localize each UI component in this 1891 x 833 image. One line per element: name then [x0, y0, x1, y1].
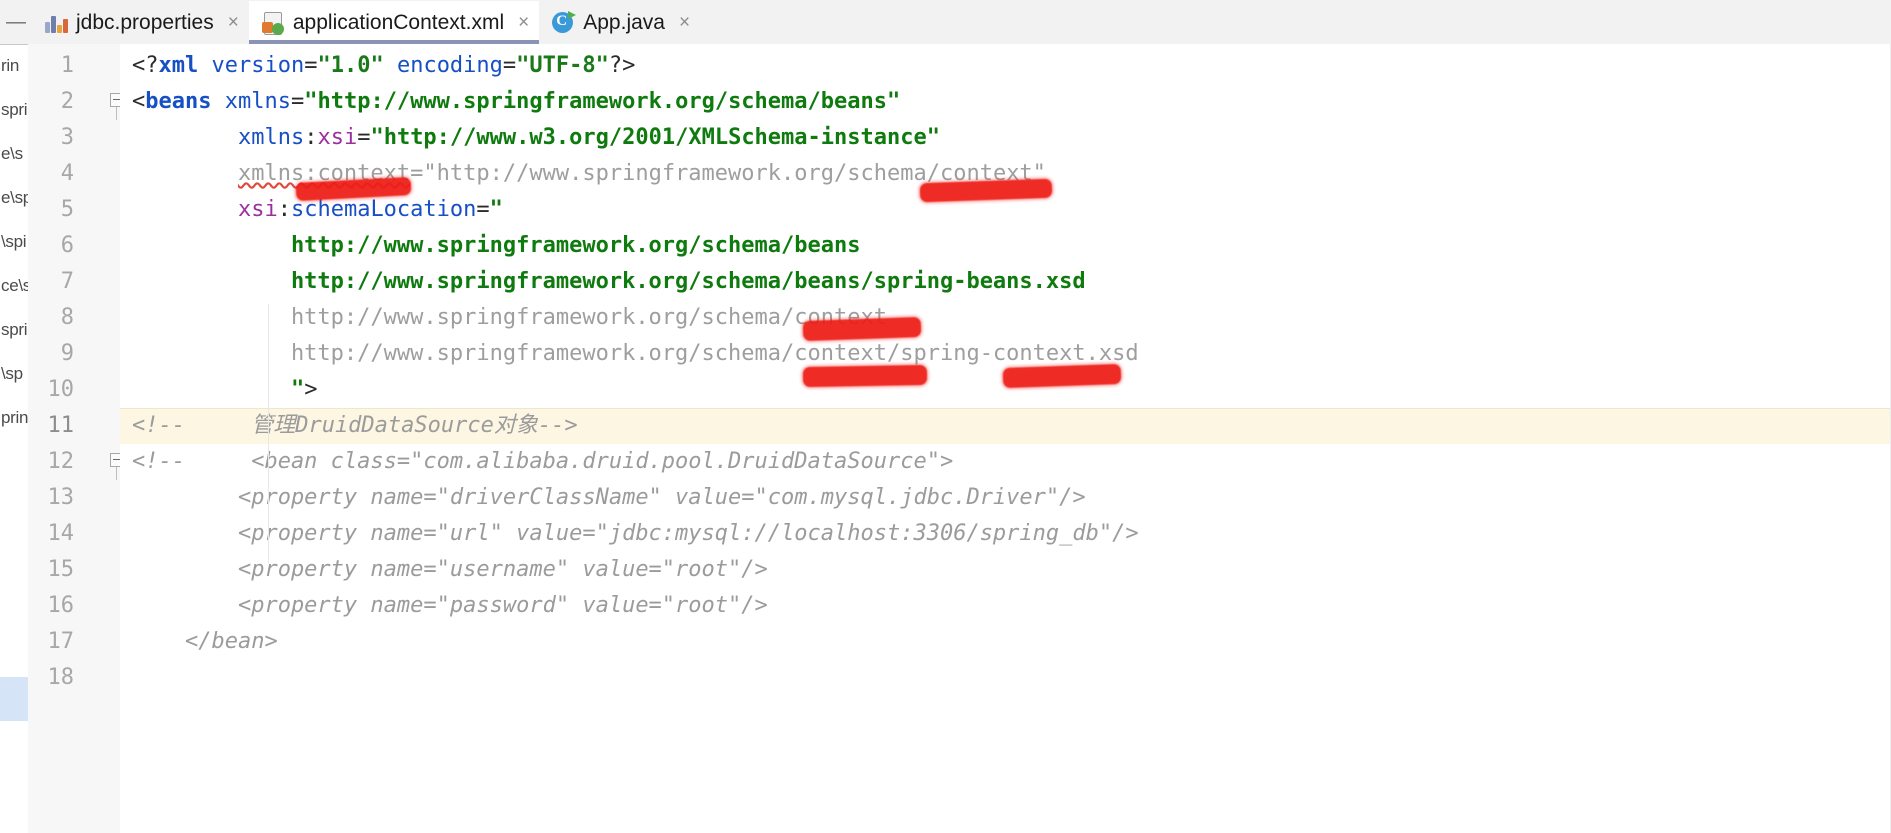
code-token: <property name="password" value="root"/> — [132, 593, 768, 618]
code-token: = — [290, 89, 305, 114]
code-token: " — [489, 197, 503, 222]
code-token: xmlns — [224, 89, 291, 114]
code-token: xml — [158, 53, 199, 78]
line-number[interactable]: 17 — [14, 624, 75, 660]
line-number[interactable]: 14 — [14, 516, 75, 552]
code-line[interactable]: <property name="password" value="root"/> — [120, 588, 1891, 624]
editor-tab-app-java[interactable]: C App.java × — [539, 1, 700, 44]
code-line[interactable]: xmlns:xsi="http://www.w3.org/2001/XMLSch… — [120, 120, 1891, 156]
code-line[interactable]: <?xml version="1.0" encoding="UTF-8"?> — [120, 48, 1891, 84]
code-line[interactable]: http://www.springframework.org/schema/co… — [120, 336, 1891, 372]
line-number-gutter[interactable]: 1 2 3 4 5 6 7 8 9 10 11 12 13 14 15 16 17 18 — [28, 44, 124, 833]
code-token: = — [304, 53, 318, 78]
ide-editor-window: rin spri e\s e\sp \spi ce\s spri \sp prin — jdbc… — [0, 0, 1891, 833]
code-token: = — [476, 197, 490, 222]
code-line[interactable]: <property name="url" value="jdbc:mysql:/… — [120, 516, 1891, 552]
code-token: " — [132, 377, 305, 402]
line-number[interactable]: 18 — [14, 660, 75, 696]
editor-tab-bar: — jdbc.properties × applicationContext.xml… — [0, 0, 1891, 45]
code-token: <property name="username" value="root"/> — [132, 557, 768, 582]
line-number[interactable]: 8 — [14, 300, 74, 336]
code-line[interactable]: <!-- <bean class="com.alibaba.druid.pool… — [120, 444, 1891, 480]
code-line[interactable]: <property name="username" value="root"/> — [120, 552, 1891, 588]
line-number[interactable]: 3 — [14, 120, 74, 156]
tab-label: applicationContext.xml — [292, 10, 505, 34]
tab-label: App.java — [583, 10, 665, 34]
code-token: beans — [145, 89, 212, 114]
code-token: : — [304, 125, 318, 150]
red-mark-4 — [802, 364, 928, 388]
code-line[interactable]: http://www.springframework.org/schema/co… — [120, 300, 1891, 336]
line-number[interactable]: 5 — [14, 192, 74, 228]
line-number[interactable]: 10 — [14, 372, 75, 408]
code-line[interactable] — [120, 660, 1891, 696]
code-token: <property name="url" value="jdbc:mysql:/… — [132, 521, 1139, 546]
line-number[interactable]: 11 — [14, 408, 75, 444]
close-icon[interactable]: × — [228, 13, 239, 32]
code-line[interactable]: http://www.springframework.org/schema/be… — [120, 228, 1891, 264]
code-token: <? — [132, 53, 159, 78]
code-token: : — [277, 197, 291, 222]
code-token: <!-- 管理DruidDataSource对象--> — [132, 413, 578, 438]
properties-file-icon — [44, 11, 68, 35]
xml-file-icon — [261, 11, 285, 35]
line-number[interactable]: 9 — [14, 336, 74, 372]
code-line[interactable]: <property name="driverClassName" value="… — [120, 480, 1891, 516]
java-class-icon: C — [551, 10, 577, 35]
code-token: http://www.springframework.org/schema/co… — [132, 341, 1139, 366]
editor-tab-applicationcontext-xml[interactable]: applicationContext.xml × — [248, 1, 540, 44]
code-token: < — [132, 89, 146, 114]
code-token: = — [502, 53, 517, 78]
close-icon[interactable]: × — [518, 13, 529, 32]
code-line[interactable]: <!-- 管理DruidDataSource对象--> — [120, 408, 1891, 444]
code-token: = — [357, 125, 371, 150]
code-token: http://www.springframework.org/schema/be… — [132, 233, 861, 258]
code-token: schemaLocation — [290, 197, 477, 222]
code-token: xsi — [317, 125, 358, 150]
code-token: version — [211, 53, 305, 78]
panel-collapse-handle[interactable]: — — [0, 0, 32, 44]
line-number[interactable]: 2 — [14, 84, 74, 120]
close-icon[interactable]: × — [679, 13, 690, 32]
line-number[interactable]: 1 — [14, 48, 74, 84]
indent-guide — [268, 304, 269, 564]
code-token: http://www.springframework.org/schema/co… — [132, 305, 887, 330]
code-token: "http://www.springframework.org/schema/b… — [304, 89, 901, 114]
code-token: "http://www.w3.org/2001/XMLSchema-instan… — [370, 125, 940, 150]
code-token: xmlns — [237, 125, 305, 150]
code-token: <property name="driverClassName" value="… — [132, 485, 1086, 510]
code-line[interactable]: <beans xmlns="http://www.springframework… — [120, 84, 1891, 120]
red-mark-5 — [1002, 363, 1122, 389]
line-number[interactable]: 12 — [14, 444, 75, 480]
code-token: "UTF-8" — [516, 53, 609, 78]
line-number[interactable]: 6 — [14, 228, 74, 264]
red-mark-3 — [802, 316, 922, 342]
line-number[interactable]: 16 — [14, 588, 75, 624]
code-token: <!-- <bean class="com.alibaba.druid.pool… — [132, 449, 954, 474]
code-token: http://www.springframework.org/schema/be… — [132, 269, 1086, 294]
line-number[interactable]: 7 — [14, 264, 74, 300]
code-token: xsi — [237, 197, 278, 222]
code-token: </bean> — [132, 629, 278, 654]
code-token: encoding — [396, 53, 503, 78]
code-line[interactable]: http://www.springframework.org/schema/be… — [120, 264, 1891, 300]
line-number[interactable]: 4 — [14, 156, 74, 192]
line-number[interactable]: 13 — [14, 480, 75, 516]
code-editor-content[interactable]: <?xml version="1.0" encoding="UTF-8"?> <b… — [120, 44, 1891, 833]
code-token: "1.0" — [317, 53, 384, 78]
editor-tab-jdbc-properties[interactable]: jdbc.properties × — [32, 1, 249, 44]
tab-label: jdbc.properties — [76, 10, 214, 34]
code-line[interactable]: </bean> — [120, 624, 1891, 660]
code-token: ?> — [608, 53, 636, 78]
line-number[interactable]: 15 — [14, 552, 75, 588]
code-token: = — [410, 161, 424, 186]
code-token: > — [304, 377, 318, 402]
